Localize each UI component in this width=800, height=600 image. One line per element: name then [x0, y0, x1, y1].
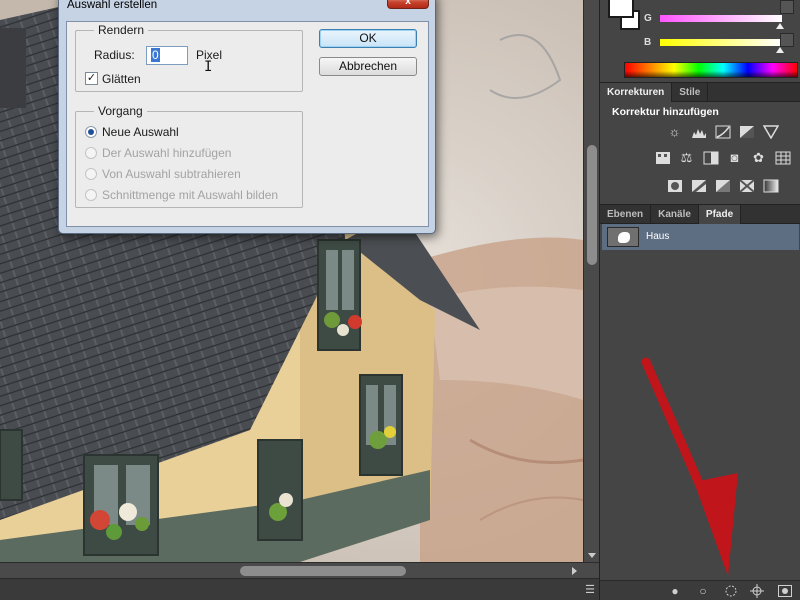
paths-footer-toolbar: ● ○: [600, 580, 800, 600]
option-neue-auswahl[interactable]: Neue Auswahl: [102, 125, 179, 139]
horizontal-scrollbar[interactable]: [0, 562, 599, 578]
cancel-button[interactable]: Abbrechen: [319, 57, 417, 76]
dialog-body: Rendern Radius: 0 I Pixel ✓ Glätten Vorg…: [66, 21, 429, 227]
render-legend: Rendern: [94, 23, 149, 37]
smooth-checkbox[interactable]: ✓: [85, 72, 98, 85]
status-bar: ☰: [0, 578, 599, 600]
dialog-title: Auswahl erstellen: [67, 0, 158, 11]
radio-neue-auswahl[interactable]: [85, 126, 97, 138]
add-mask-icon[interactable]: [778, 584, 792, 598]
horizontal-scroll-thumb[interactable]: [240, 566, 406, 576]
ok-button[interactable]: OK: [319, 29, 417, 48]
load-path-as-selection-icon[interactable]: [724, 584, 738, 598]
radio-schnittmenge[interactable]: [85, 189, 97, 201]
smooth-label[interactable]: Glätten: [102, 72, 141, 86]
radius-unit: Pixel: [196, 48, 223, 62]
scroll-down-arrow-icon[interactable]: [588, 553, 596, 558]
red-arrow-icon: [641, 357, 738, 576]
radius-label: Radius:: [94, 48, 135, 62]
option-auswahl-subtrahieren[interactable]: Von Auswahl subtrahieren: [102, 167, 241, 181]
radius-value: 0: [151, 48, 160, 62]
stroke-path-icon[interactable]: ○: [696, 584, 710, 598]
panel-menu-icon[interactable]: ☰: [585, 583, 595, 596]
operation-group: Vorgang Neue Auswahl Der Auswahl hinzufü…: [75, 104, 303, 208]
option-schnittmenge[interactable]: Schnittmenge mit Auswahl bilden: [102, 188, 278, 202]
fill-path-icon[interactable]: ●: [668, 584, 682, 598]
radio-auswahl-hinzufuegen[interactable]: [85, 147, 97, 159]
option-auswahl-hinzufuegen[interactable]: Der Auswahl hinzufügen: [102, 146, 231, 160]
radius-input[interactable]: 0: [146, 46, 188, 65]
close-button[interactable]: x: [387, 0, 429, 9]
right-panel: G B Korrekturen Stile Korrektur hinzufüge…: [599, 0, 800, 600]
scroll-right-arrow-icon[interactable]: [572, 567, 577, 575]
auswahl-erstellen-dialog: Auswahl erstellen x Rendern Radius: 0 I …: [58, 0, 436, 234]
make-work-path-icon[interactable]: [750, 584, 764, 598]
vertical-scrollbar[interactable]: [583, 0, 599, 562]
render-group: Rendern Radius: 0 I Pixel ✓ Glätten: [75, 23, 303, 92]
operation-legend: Vorgang: [94, 104, 147, 118]
radio-auswahl-subtrahieren[interactable]: [85, 168, 97, 180]
vertical-scroll-thumb[interactable]: [587, 145, 597, 265]
